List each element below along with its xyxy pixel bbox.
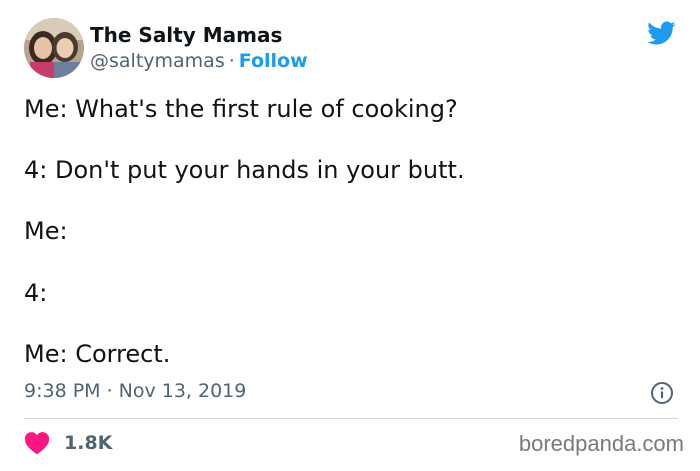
tweet-line-4: 4: xyxy=(24,279,48,307)
tweet-timestamp[interactable]: 9:38 PM · Nov 13, 2019 xyxy=(24,379,246,403)
avatar-image xyxy=(24,18,84,78)
tweet-line-3: Me: xyxy=(24,217,68,245)
tweet-line-2: 4: Don't put your hands in your butt. xyxy=(24,156,465,184)
tweet-line-5: Me: Correct. xyxy=(24,340,171,368)
twitter-bird-icon[interactable] xyxy=(644,18,678,48)
tweet-card: The Salty Mamas @saltymamas · Follow Me: W… xyxy=(0,0,700,471)
display-name[interactable]: The Salty Mamas xyxy=(90,22,282,48)
avatar[interactable] xyxy=(24,18,84,78)
tweet-date: Nov 13, 2019 xyxy=(118,380,247,402)
watermark: boredpanda.com xyxy=(518,431,684,456)
author-handle[interactable]: @saltymamas xyxy=(90,50,225,72)
handle-separator: · xyxy=(228,50,235,72)
timestamp-separator: · xyxy=(106,380,113,402)
handle-row: @saltymamas · Follow xyxy=(90,49,308,73)
like-count[interactable]: 1.8K xyxy=(64,431,112,455)
follow-button[interactable]: Follow xyxy=(239,50,308,72)
info-icon[interactable] xyxy=(650,381,674,405)
divider xyxy=(24,418,678,419)
tweet-line-1: Me: What's the first rule of cooking? xyxy=(24,95,458,123)
tweet-time: 9:38 PM xyxy=(24,380,101,402)
heart-icon[interactable] xyxy=(24,431,50,455)
